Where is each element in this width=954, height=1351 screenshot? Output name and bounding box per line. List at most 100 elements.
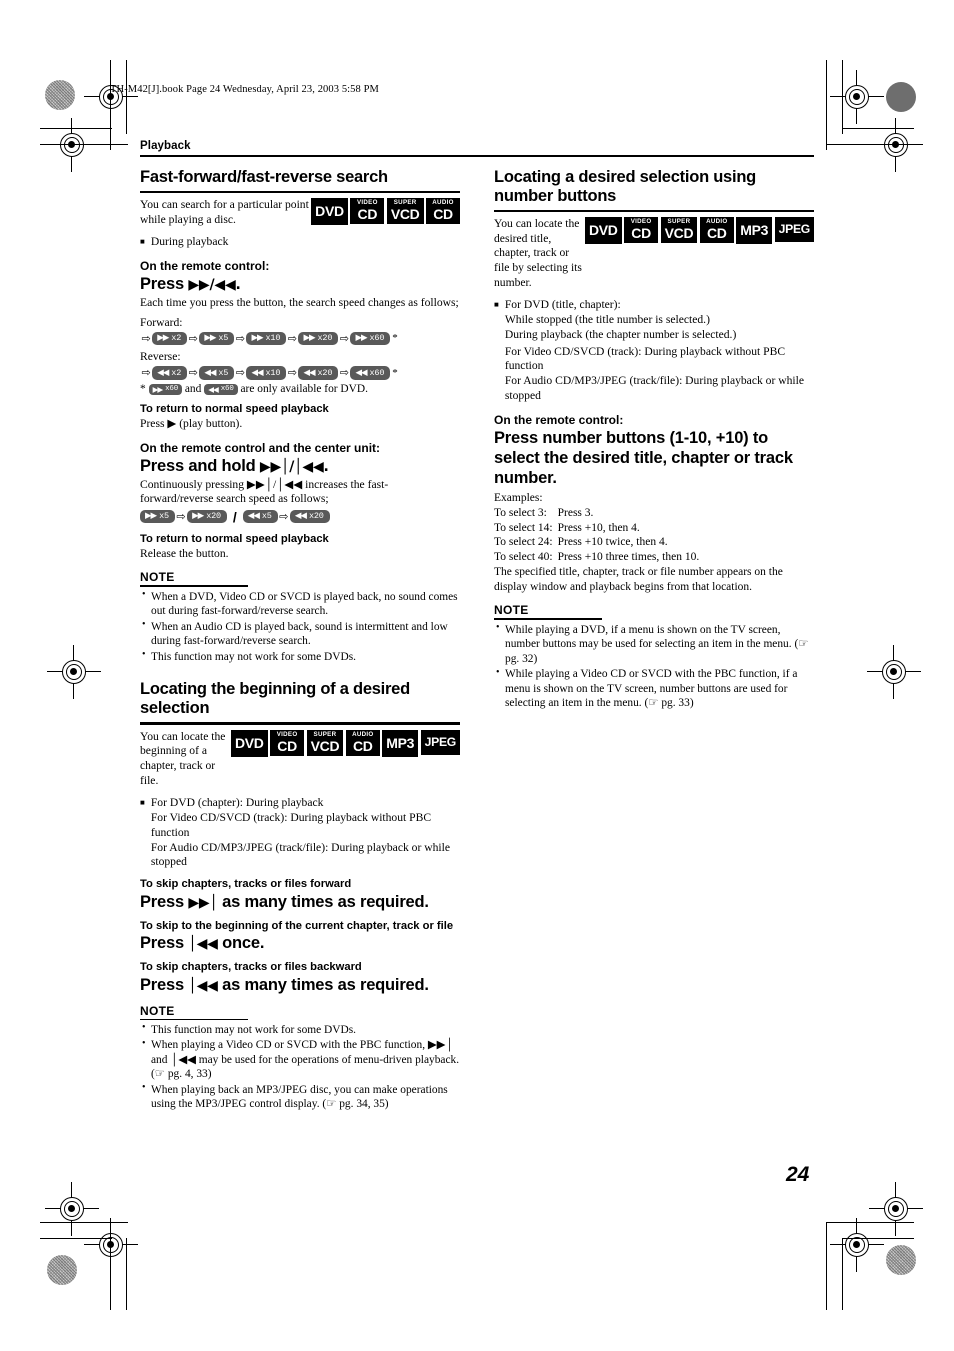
section-title-fast-forward: Fast-forward/fast-reverse search [140, 167, 388, 186]
badge-label: MP3 [740, 222, 769, 239]
footnote-text: are only available for DVD. [240, 382, 368, 395]
note-item: This function may not work for some DVDs… [140, 1022, 460, 1037]
instruction-press-skip-forward: Press ▶▶│ as many times as required. [140, 893, 460, 912]
crop-line [842, 128, 914, 130]
example-label: To select 40: [494, 551, 553, 564]
speed-label: x5 [218, 333, 229, 344]
arrow-icon: ⇨ [141, 331, 151, 345]
disc-badge-super-vcd: SUPER VCD [306, 729, 344, 756]
note-list-1: When a DVD, Video CD or SVCD is played b… [140, 589, 460, 664]
crop-line [842, 60, 844, 134]
badge-label: CD [352, 737, 373, 754]
footnote-marker: * [140, 382, 146, 395]
note-item: While playing a DVD, if a menu is shown … [494, 622, 814, 666]
bullet-text-group: For DVD (chapter): During playback For V… [151, 796, 460, 870]
note-heading-1: NOTE [140, 570, 175, 585]
disc-badge-jpeg: JPEG [420, 729, 460, 755]
crop-line [842, 1238, 844, 1310]
crop-line [126, 60, 128, 134]
fast-forward-rewind-icon: ▶▶/◀◀. [188, 277, 241, 294]
two-column-layout: Fast-forward/fast-reverse search You can… [140, 168, 814, 1113]
note-item: When playing back an MP3/JPEG disc, you … [140, 1082, 460, 1112]
disc-badge-strip: DVD VIDEO CD SUPER VCD AUDIO CD [311, 198, 460, 226]
label-forward: Forward: [140, 315, 183, 329]
badge-top-label: AUDIO [352, 730, 374, 738]
examples-title: Examples: [494, 492, 543, 505]
halftone-dot-top-left [45, 80, 75, 110]
rewind-icon: ◀◀ [204, 367, 216, 378]
note-item: While playing a Video CD or SVCD with th… [494, 667, 814, 710]
fast-forward-icon: ▶▶ [251, 333, 263, 344]
crop-line [842, 1238, 914, 1240]
example-row: To select 14: Press +10, then 4. [494, 521, 699, 536]
press-prefix: Press [140, 934, 184, 953]
crop-line [40, 1238, 112, 1240]
bullet-text-group: For DVD (title, chapter): While stopped … [505, 298, 814, 404]
badge-label: CD [631, 225, 651, 242]
badge-top-label: VIDEO [276, 730, 298, 738]
example-label: To select 14: [494, 521, 553, 534]
crop-line [40, 1222, 128, 1224]
note-rule [140, 1018, 248, 1020]
crop-line [826, 1222, 914, 1224]
speed-label: x2 [171, 367, 182, 378]
left-column: Fast-forward/fast-reverse search You can… [140, 168, 460, 1113]
instruction-press-ff-rew: Press ▶▶/◀◀. [140, 275, 460, 294]
note-item: When playing a Video CD or SVCD with the… [140, 1038, 460, 1081]
bullet-text: During playback [150, 235, 229, 249]
speed-label: x5 [159, 511, 169, 522]
bullet-line: During playback (the chapter number is s… [504, 327, 737, 341]
example-row: To select 40: Press +10 three times, the… [494, 550, 699, 565]
speed-chip-rw-x2: ◀◀ x2 [152, 366, 188, 380]
skip-forward-backward-icon: ▶▶│/│◀◀. [259, 458, 329, 475]
speed-chip-rw-x5: ◀◀ x5 [199, 366, 235, 380]
subhead-skip-forward: To skip chapters, tracks or files forwar… [140, 878, 352, 891]
disc-badge-audio-cd: AUDIO CD [345, 729, 380, 756]
badge-label: VCD [310, 737, 340, 754]
skip-forward-icon: ▶▶│ [188, 894, 218, 911]
instruction-press-skip-once: Press │◀◀ once. [140, 934, 460, 953]
examples-table: To select 3: Press 3. To select 14: Pres… [494, 506, 699, 565]
badge-label: CD [357, 206, 378, 223]
fast-forward-icon: ▶▶ [192, 511, 204, 522]
rewind-icon: ◀◀ [355, 367, 367, 378]
badge-label: CD [277, 737, 297, 754]
intro-text: You can locate the desired title, chapte… [494, 217, 582, 289]
intro-row: You can search for a particular point wh… [140, 198, 460, 227]
registration-mark-bottom-right-inner [869, 1182, 923, 1236]
note-heading-3: NOTE [494, 603, 529, 618]
speed-chip-ff-x20: ▶▶ x20 [298, 331, 339, 346]
rewind-icon: ◀◀ [247, 511, 260, 522]
arrow-icon: ⇨ [188, 366, 198, 380]
speed-chip-hold-rw-x5: ◀◀ x5 [242, 509, 278, 524]
example-action: Press +10 three times, then 10. [557, 551, 700, 564]
disc-badge-jpeg: JPEG [774, 217, 814, 243]
halftone-dot-bottom-right [886, 1245, 916, 1275]
reverse-speed-sequence: ⇨ ◀◀ x2 ⇨ ◀◀ x5 ⇨ ◀◀ x10 ⇨ ◀◀ x20 ⇨ ◀◀ x60 * [140, 366, 460, 380]
forward-speed-sequence: ⇨ ▶▶ x2 ⇨ ▶▶ x5 ⇨ ▶▶ x10 ⇨ ▶▶ x20 ⇨ ▶▶ x60 * [140, 331, 460, 346]
lead-on-remote-control: On the remote control: [494, 412, 624, 427]
badge-label: VCD [664, 225, 694, 242]
note-rule [494, 618, 602, 620]
badge-label: DVD [588, 222, 618, 239]
badge-label: CD [433, 206, 453, 223]
bullet-line: For Audio CD/MP3/JPEG (track/file): Duri… [504, 374, 804, 403]
arrow-icon: ⇨ [339, 331, 349, 345]
breadcrumb-rule [140, 155, 814, 157]
bullet-during-playback: ■ During playback [140, 235, 460, 250]
separator-slash: / [232, 508, 237, 525]
note-item: This function may not work for some DVDs… [140, 649, 460, 664]
lead-on-remote-control: On the remote control: [140, 259, 270, 274]
press-prefix: Press [140, 892, 184, 911]
disc-badge-strip: DVD VIDEO CD SUPER VCD AUDIO CD [584, 217, 814, 245]
badge-label: JPEG [424, 734, 457, 749]
speed-chip-ff-x60: ▶▶ x60 [350, 331, 391, 346]
fast-forward-icon: ▶▶ [303, 333, 315, 344]
examples-footer: The specified title, chapter, track or f… [494, 565, 783, 593]
footnote-conjunction: and [184, 382, 202, 395]
speed-chip-hold-ff-x5: ▶▶ x5 [140, 509, 175, 524]
examples-block: Examples: To select 3: Press 3. To selec… [494, 491, 814, 594]
speed-chip-rw-x60-footnote: ◀◀ x60 [204, 383, 238, 396]
crop-line [826, 144, 914, 146]
rewind-icon: ◀◀ [294, 511, 307, 522]
